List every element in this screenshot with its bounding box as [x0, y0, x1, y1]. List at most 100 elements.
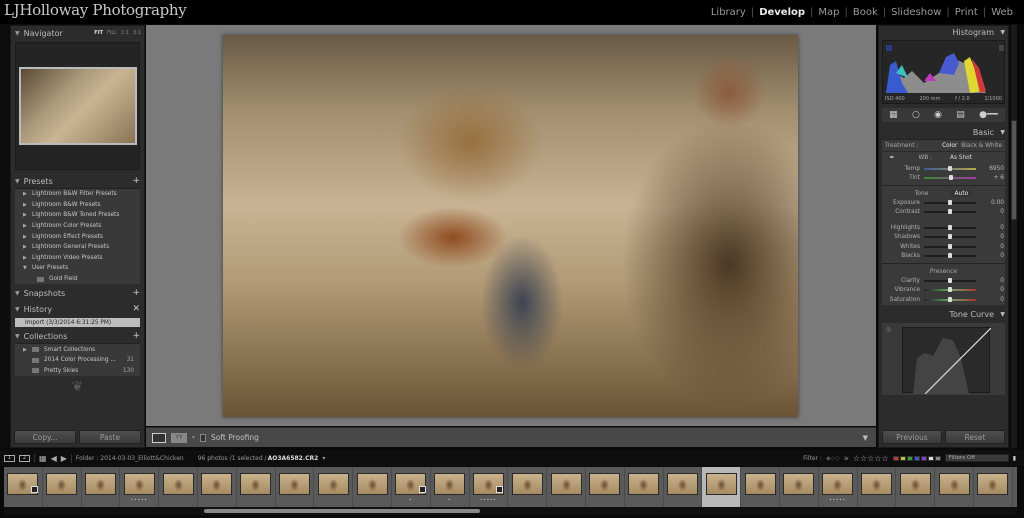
collapsed-triangle-icon[interactable]: ▶	[23, 255, 32, 261]
slider-knob[interactable]	[948, 296, 952, 302]
preset-folder[interactable]: ▶ Lightroom B&W Presets	[15, 200, 140, 211]
blacks-value[interactable]: 0	[976, 253, 1004, 259]
saturation-value[interactable]: 0	[976, 297, 1004, 303]
scrollbar-thumb[interactable]	[1011, 120, 1017, 220]
flag-filter-icons[interactable]: ◆◇◇	[826, 455, 840, 462]
module-web[interactable]: Web	[986, 7, 1018, 18]
filter-preset-select[interactable]: Filters Off	[944, 454, 1009, 462]
history-header[interactable]: ▼ History ✕	[11, 302, 144, 316]
filmstrip-cell[interactable]	[586, 467, 625, 507]
tone-curve-header[interactable]: Tone Curve ▼	[879, 308, 1008, 321]
module-library[interactable]: Library	[706, 7, 751, 18]
filmstrip-cell[interactable]	[159, 467, 198, 507]
filmstrip-cell[interactable]	[314, 467, 354, 507]
filter-lock-icon[interactable]: ▮	[1013, 455, 1016, 462]
collection-item[interactable]: 2014 Color Processing ... 31	[15, 355, 140, 366]
source-path[interactable]: Folder : 2014-03-03_Elliott&Chicken	[76, 455, 184, 462]
photo-thumbnail[interactable]	[201, 473, 233, 495]
photo-thumbnail[interactable]	[356, 473, 388, 495]
module-map[interactable]: Map	[813, 7, 844, 18]
expanded-triangle-icon[interactable]: ▼	[23, 265, 32, 271]
collection-item[interactable]: ▶ Smart Collections	[15, 344, 140, 355]
photo-thumbnail[interactable]	[938, 473, 970, 495]
filmstrip-cell[interactable]	[353, 467, 392, 507]
navigator-zoom-3-1[interactable]: 3:1	[133, 30, 141, 36]
photo-thumbnail[interactable]	[589, 473, 621, 495]
clarity-slider[interactable]	[924, 277, 976, 283]
preset-folder[interactable]: ▼ User Presets	[15, 263, 140, 274]
rating-star-icon[interactable]: ☆	[882, 454, 889, 463]
filmstrip-cell[interactable]	[858, 467, 897, 507]
filmstrip-cell[interactable]: •	[392, 467, 431, 507]
shadows-value[interactable]: 0	[976, 234, 1004, 240]
slider-knob[interactable]	[948, 243, 952, 249]
preset-folder[interactable]: ▶ Lightroom Effect Presets	[15, 231, 140, 242]
navigator-thumbnail[interactable]	[18, 67, 137, 145]
preset-folder[interactable]: ▶ Lightroom Color Presets	[15, 221, 140, 232]
filmstrip-cell[interactable]	[82, 467, 121, 507]
main-screen-button[interactable]: 1	[4, 454, 15, 462]
photo-thumbnail[interactable]	[123, 473, 155, 495]
filmstrip-cell[interactable]	[237, 467, 276, 507]
collections-header[interactable]: ▼ Collections +	[11, 329, 144, 343]
shadows-slider[interactable]	[924, 234, 976, 240]
slider-knob[interactable]	[948, 224, 952, 230]
photo-thumbnail[interactable]	[705, 473, 737, 495]
color-label-swatch[interactable]	[913, 455, 920, 461]
tint-slider[interactable]	[924, 175, 976, 181]
loupe-view-icon[interactable]	[152, 432, 166, 443]
photo-thumbnail[interactable]	[511, 473, 543, 495]
temp-slider[interactable]	[924, 165, 976, 171]
wb-eyedropper-icon[interactable]: ✒	[882, 155, 902, 161]
filmstrip-cell[interactable]	[198, 467, 237, 507]
preset-item[interactable]: Gold Field	[15, 274, 140, 285]
photo-thumbnail[interactable]	[666, 473, 698, 495]
histogram-header[interactable]: Histogram ▼	[879, 26, 1008, 39]
collection-item[interactable]: Pretty Skies 130	[15, 366, 140, 377]
histogram[interactable]: ISO 400 200 mm f / 2.0 1/1000	[882, 40, 1005, 104]
photo-thumbnail[interactable]	[899, 473, 931, 495]
filmstrip-cell[interactable]	[508, 467, 548, 507]
exposure-value[interactable]: 0.00	[976, 200, 1004, 206]
color-label-swatch[interactable]	[920, 455, 927, 461]
slider-knob[interactable]	[948, 287, 952, 293]
module-develop[interactable]: Develop	[754, 7, 810, 18]
target-adjust-icon[interactable]: ◎	[886, 326, 891, 333]
slider-knob[interactable]	[948, 209, 952, 215]
collapsed-triangle-icon[interactable]: ▶	[23, 347, 32, 353]
preset-folder[interactable]: ▶ Lightroom B&W Toned Presets	[15, 210, 140, 221]
photo-thumbnail[interactable]	[240, 473, 272, 495]
clear-history-icon[interactable]: ✕	[132, 304, 140, 314]
filmstrip-cell[interactable]	[896, 467, 936, 507]
blacks-slider[interactable]	[924, 253, 976, 259]
filename-dropdown-icon[interactable]: ▾	[322, 455, 325, 462]
before-after-icon[interactable]: YY	[171, 432, 187, 443]
filmstrip-cell[interactable]	[43, 467, 82, 507]
add-preset-icon[interactable]: +	[132, 176, 140, 186]
main-photo[interactable]	[223, 35, 798, 417]
color-label-swatch[interactable]	[927, 455, 934, 461]
filmstrip-scrollbar[interactable]	[4, 507, 1017, 515]
add-snapshot-icon[interactable]: +	[132, 288, 140, 298]
filmstrip-cell[interactable]	[780, 467, 819, 507]
collapsed-triangle-icon[interactable]: ▶	[23, 244, 32, 250]
photo-thumbnail[interactable]	[7, 473, 39, 495]
auto-tone-button[interactable]: Auto	[950, 189, 973, 197]
rating-star-icon[interactable]: ☆	[874, 454, 881, 463]
whites-slider[interactable]	[924, 243, 976, 249]
treatment-bw-option[interactable]: Black & White	[961, 143, 1002, 149]
filmstrip-cell[interactable]	[4, 467, 43, 507]
collapsed-triangle-icon[interactable]: ▶	[23, 234, 32, 240]
highlights-slider[interactable]	[924, 224, 976, 230]
paste-settings-button[interactable]: Paste	[79, 430, 141, 444]
filmstrip-cell[interactable]: •	[431, 467, 470, 507]
color-label-swatch[interactable]	[899, 455, 906, 461]
exposure-slider[interactable]	[924, 199, 976, 205]
slider-knob[interactable]	[948, 199, 952, 205]
tone-curve-graph[interactable]	[902, 326, 992, 394]
collapsed-triangle-icon[interactable]: ▶	[23, 223, 32, 229]
copy-settings-button[interactable]: Copy...	[14, 430, 76, 444]
whites-value[interactable]: 0	[976, 244, 1004, 250]
grid-view-icon[interactable]: ▦	[39, 454, 47, 463]
snapshots-header[interactable]: ▼ Snapshots +	[11, 286, 144, 300]
